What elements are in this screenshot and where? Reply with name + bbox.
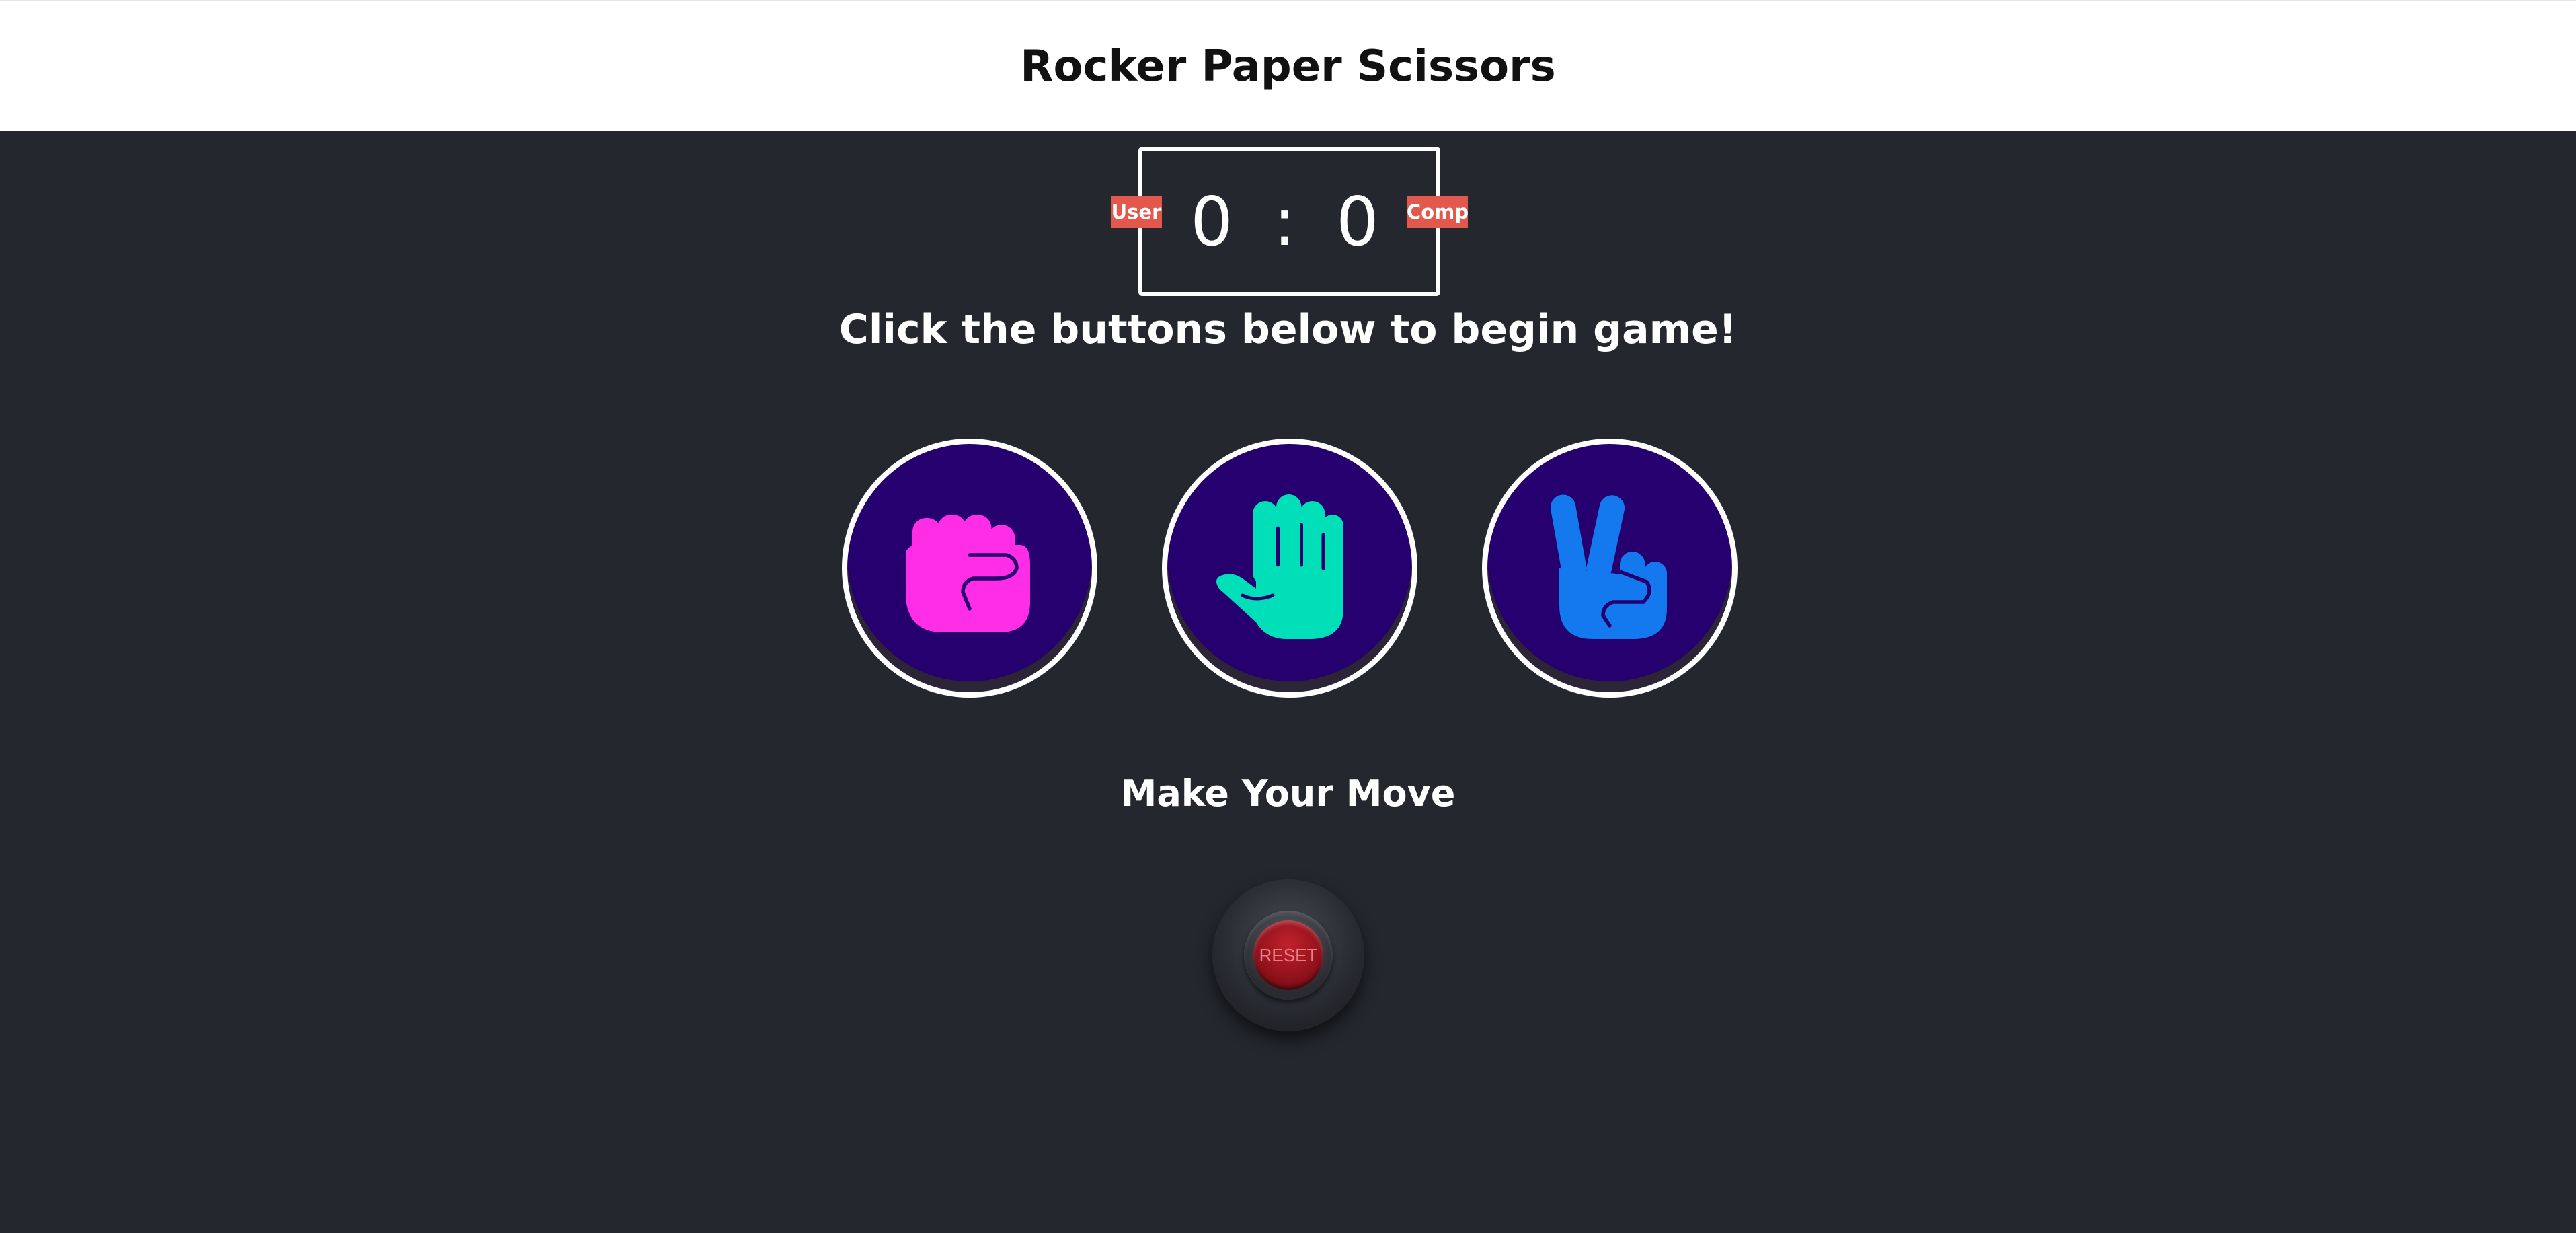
scoreboard: 0 : 0	[1138, 147, 1440, 296]
move-prompt: Make Your Move	[1120, 772, 1456, 815]
page-title: Rocker Paper Scissors	[1020, 41, 1556, 91]
reset-housing: RESET	[1212, 879, 1364, 1031]
paper-button[interactable]	[1162, 439, 1417, 698]
reset-button[interactable]: RESET	[1253, 920, 1323, 990]
peace-hand-icon	[1550, 494, 1667, 639]
comp-score-badge: Comp	[1407, 196, 1469, 228]
user-score-badge: User	[1111, 196, 1162, 228]
rock-button[interactable]	[842, 439, 1097, 698]
result-message: Click the buttons below to begin game!	[838, 306, 1738, 353]
reset-ring: RESET	[1244, 911, 1333, 1000]
score-display: 0 : 0	[1190, 182, 1389, 261]
page-header: Rocker Paper Scissors	[0, 0, 2576, 131]
scissors-button[interactable]	[1482, 439, 1738, 698]
open-hand-icon	[1216, 494, 1343, 639]
fist-icon	[906, 514, 1030, 632]
